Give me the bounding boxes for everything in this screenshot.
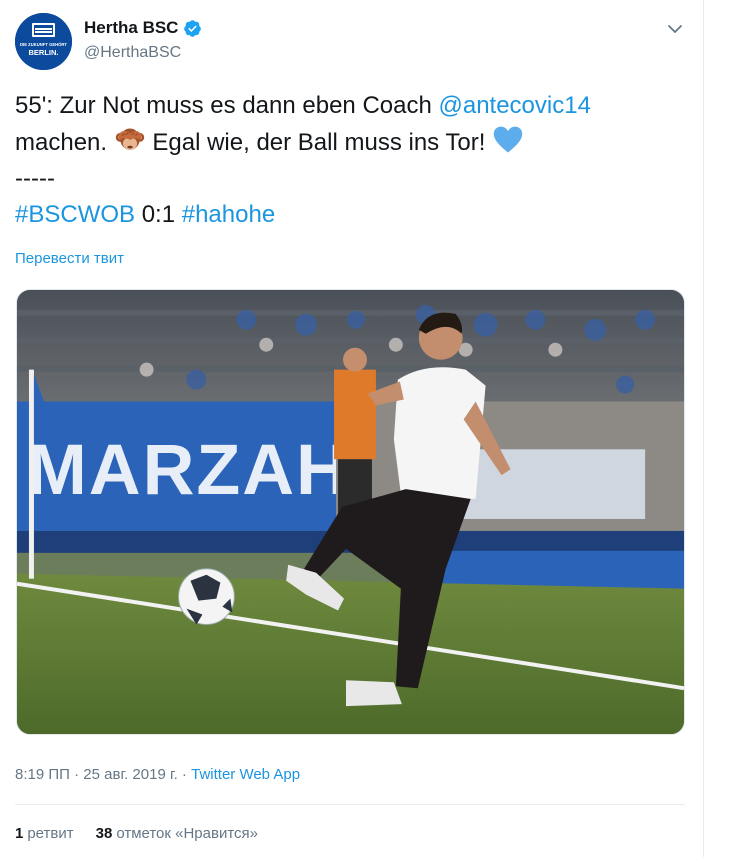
tweet-text-line-1: 55': Zur Not muss es dann eben Coach @an… — [15, 88, 695, 124]
avatar-text-line2: BERLIN. — [29, 48, 59, 57]
tweet-date[interactable]: 25 авг. 2019 г. — [83, 766, 177, 783]
hashtag-link-bscwob[interactable]: #BSCWOB — [15, 201, 135, 228]
account-avatar[interactable]: DIE ZUKUNFT GEHÖRT BERLIN. — [15, 13, 72, 70]
divider — [15, 804, 685, 805]
tweet-text-segment: machen. — [15, 129, 114, 156]
tweet-meta: 8:19 ПП · 25 авг. 2019 г. · Twitter Web … — [15, 766, 300, 783]
separator-line: ----- — [15, 165, 55, 192]
retweets-count: 1 — [15, 825, 24, 842]
hertha-logo-icon: DIE ZUKUNFT GEHÖRT BERLIN. — [15, 13, 72, 70]
likes-stat[interactable]: 38 отметок «Нравится» — [96, 825, 258, 842]
tweet-time[interactable]: 8:19 ПП — [15, 766, 70, 783]
tweet-source-link[interactable]: Twitter Web App — [191, 766, 300, 783]
retweets-stat[interactable]: 1 ретвит — [15, 825, 74, 842]
account-name-row[interactable]: Hertha BSC — [84, 18, 202, 38]
photo-icon: MARZAHN — [17, 290, 684, 734]
meta-separator: · — [177, 766, 192, 783]
tweet-card: DIE ZUKUNFT GEHÖRT BERLIN. Hertha BSC @H… — [0, 0, 703, 857]
chevron-down-icon[interactable] — [664, 18, 686, 40]
account-handle[interactable]: @HerthaBSC — [84, 44, 181, 62]
blue-heart-icon — [493, 126, 523, 153]
likes-label: отметок «Нравится» — [116, 825, 258, 842]
tweet-text-line-4: #BSCWOB 0:1 #hahohe — [15, 197, 695, 233]
score-text: 0:1 — [135, 201, 182, 228]
tweet-text: 55': Zur Not muss es dann eben Coach @an… — [15, 88, 695, 233]
display-name[interactable]: Hertha BSC — [84, 18, 178, 38]
see-no-evil-monkey-icon — [115, 128, 144, 150]
tweet-text-segment: Egal wie, der Ball muss ins Tor! — [145, 129, 493, 156]
avatar-text-line1: DIE ZUKUNFT GEHÖRT — [20, 42, 67, 47]
likes-count: 38 — [95, 825, 113, 842]
tweet-text-line-2: machen. Egal wie, der Ball muss ins Tor! — [15, 124, 695, 161]
verified-badge-icon — [184, 19, 202, 37]
column-border — [703, 0, 704, 857]
tweet-photo[interactable]: MARZAHN — [16, 289, 685, 735]
translate-tweet-link[interactable]: Перевести твит — [15, 250, 124, 267]
mention-link[interactable]: @antecovic14 — [438, 92, 590, 119]
hashtag-link-hahohe[interactable]: #hahohe — [182, 201, 275, 228]
tweet-text-segment: 55': Zur Not muss es dann eben Coach — [15, 92, 439, 119]
retweets-label: ретвит — [27, 825, 74, 842]
meta-separator: · — [69, 766, 84, 783]
tweet-stats: 1 ретвит 38 отметок «Нравится» — [15, 825, 258, 842]
